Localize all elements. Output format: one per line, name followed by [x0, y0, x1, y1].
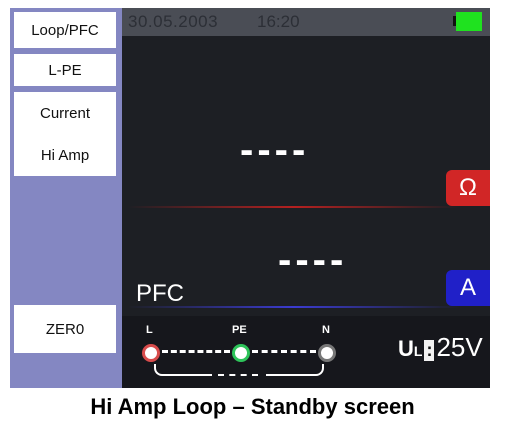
caption: Hi Amp Loop – Standby screen — [90, 394, 415, 419]
ul-voltage-limit: U L:25V — [398, 332, 483, 363]
status-bar: 30.05.2003 16:20 — [122, 8, 490, 36]
ohm-unit-button[interactable]: Ω — [446, 170, 490, 206]
side-menu: Loop/PFC L-PE Current Hi Amp ZER0 — [10, 8, 122, 388]
loop-impedance-reading: ---- — [240, 128, 310, 172]
menu-item-label: ZER0 — [45, 320, 85, 338]
connection-dash-line — [162, 350, 230, 353]
date-display: 30.05.2003 — [128, 12, 219, 31]
terminal-n-icon — [318, 344, 336, 362]
tester-display: Loop/PFC L-PE Current Hi Amp ZER0 30.05.… — [10, 8, 490, 388]
terminal-pe-icon — [232, 344, 250, 362]
menu-item-current-hi-amp[interactable]: Current Hi Amp — [14, 92, 116, 176]
bracket-left — [154, 364, 212, 376]
bracket-right — [266, 364, 324, 376]
pfc-label: PFC — [136, 280, 184, 307]
menu-item-label: Loop/PFC — [31, 21, 99, 39]
measurement-area: ---- Ω PFC ---- A — [122, 36, 490, 316]
ul-subscript: L — [413, 343, 423, 359]
ul-symbol: U — [398, 336, 414, 361]
bracket-middle — [218, 374, 258, 376]
amp-unit-button[interactable]: A — [446, 270, 490, 306]
ul-value: 25V — [436, 332, 483, 362]
menu-item-label: Hi Amp — [40, 146, 90, 164]
terminal-bar: L PE N U L:25V — [122, 316, 490, 388]
terminal-pe-label: PE — [232, 324, 247, 336]
menu-item-label: Current — [39, 104, 91, 122]
battery-icon — [456, 12, 482, 31]
menu-item-label: L-PE — [48, 61, 82, 79]
connection-dash-line — [252, 350, 316, 353]
menu-item-zero[interactable]: ZER0 — [14, 305, 116, 353]
impedance-divider-line — [128, 206, 460, 208]
terminal-l-label: L — [146, 324, 153, 336]
terminal-n-label: N — [322, 324, 330, 336]
menu-item-loop-pfc[interactable]: Loop/PFC — [14, 12, 116, 48]
pfc-divider-line — [128, 306, 460, 308]
menu-item-l-pe[interactable]: L-PE — [14, 54, 116, 86]
ul-colon: : — [424, 340, 435, 361]
time-display: 16:20 — [257, 12, 300, 31]
terminal-l-icon — [142, 344, 160, 362]
pfc-reading: ---- — [278, 238, 348, 282]
